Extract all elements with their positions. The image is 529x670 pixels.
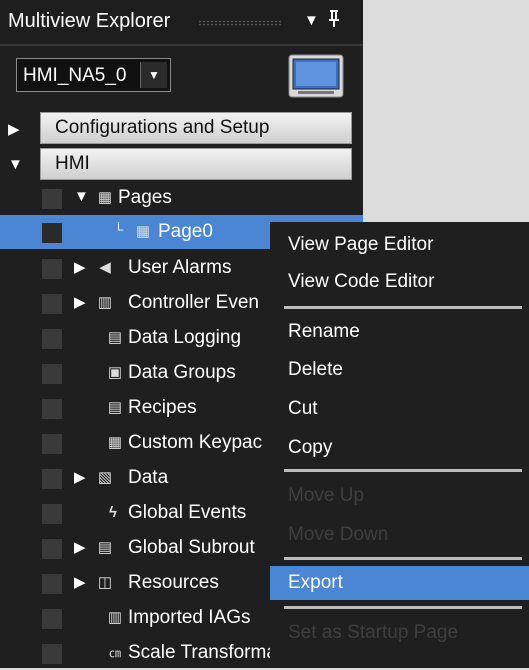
- menu-item-label: Copy: [288, 437, 333, 458]
- drag-grip[interactable]: [198, 20, 282, 26]
- tree-item-pages[interactable]: ▼ ▦ Pages: [0, 181, 363, 215]
- panel-title: Multiview Explorer: [8, 10, 171, 32]
- resources-icon: ◫: [97, 574, 113, 591]
- menu-separator: [284, 606, 522, 609]
- menu-set-as-startup-page: Set as Startup Page: [270, 616, 529, 650]
- menu-item-label: Export: [288, 572, 343, 593]
- tree-item-label: Imported IAGs: [128, 607, 251, 628]
- tree-item-label: Global Events: [128, 502, 247, 523]
- row-checkbox[interactable]: [42, 294, 62, 314]
- menu-move-up: Move Up: [270, 479, 529, 513]
- collapse-triangle-icon[interactable]: ▼: [8, 156, 23, 173]
- tree-item-label: Data Logging: [128, 327, 242, 348]
- tree-item-label: Custom Keypac: [128, 432, 263, 453]
- expand-triangle-icon[interactable]: ▶: [74, 468, 86, 486]
- monitor-icon[interactable]: [288, 54, 344, 98]
- menu-item-label: View Code Editor: [288, 271, 435, 292]
- context-menu: View Page Editor View Code Editor Rename…: [270, 222, 529, 668]
- section-hmi[interactable]: HMI: [40, 148, 352, 180]
- menu-separator: [284, 557, 522, 560]
- menu-item-label: View Page Editor: [288, 234, 434, 255]
- tree-item-label: Data Groups: [128, 362, 236, 383]
- collapse-triangle-icon[interactable]: ▼: [74, 188, 89, 205]
- row-checkbox[interactable]: [42, 609, 62, 629]
- menu-item-label: Move Up: [288, 485, 365, 506]
- menu-item-label: Delete: [288, 359, 343, 380]
- menu-item-label: Move Down: [288, 524, 389, 545]
- tree-item-label: User Alarms: [128, 257, 232, 278]
- row-checkbox[interactable]: [42, 469, 62, 489]
- menu-item-label: Cut: [288, 398, 318, 419]
- menu-separator: [284, 469, 522, 472]
- section-configurations[interactable]: Configurations and Setup: [40, 112, 352, 144]
- menu-export[interactable]: Export: [270, 566, 529, 600]
- dropdown-arrow-icon[interactable]: ▼: [304, 12, 319, 29]
- row-checkbox[interactable]: [42, 223, 62, 243]
- subroutine-icon: ▤: [97, 539, 113, 556]
- menu-rename[interactable]: Rename: [270, 315, 529, 349]
- row-checkbox[interactable]: [42, 434, 62, 454]
- row-checkbox[interactable]: [42, 539, 62, 559]
- section-hmi-label: HMI: [55, 153, 90, 174]
- device-select[interactable]: HMI_NA5_0 ▼: [16, 58, 171, 92]
- row-checkbox[interactable]: [42, 364, 62, 384]
- menu-view-code-editor[interactable]: View Code Editor: [270, 265, 529, 299]
- menu-item-label: Rename: [288, 321, 360, 342]
- row-checkbox[interactable]: [42, 399, 62, 419]
- row-checkbox[interactable]: [42, 574, 62, 594]
- tree-item-label: Resources: [128, 572, 219, 593]
- pin-icon[interactable]: [328, 9, 340, 32]
- menu-cut[interactable]: Cut: [270, 392, 529, 426]
- tree-item-label: Global Subrout: [128, 537, 255, 558]
- row-checkbox[interactable]: [42, 504, 62, 524]
- row-checkbox[interactable]: [42, 644, 62, 664]
- panel-title-bar: Multiview Explorer ▼: [0, 0, 363, 44]
- lightning-icon: ϟ: [109, 504, 117, 521]
- iag-icon: ▥: [107, 609, 123, 626]
- menu-copy[interactable]: Copy: [270, 431, 529, 465]
- pages-icon: ▦: [97, 189, 113, 206]
- tree-item-label: Data: [128, 467, 169, 488]
- tree-item-label: Page0: [158, 221, 213, 242]
- tree-item-label: Pages: [118, 187, 172, 208]
- menu-move-down: Move Down: [270, 518, 529, 552]
- speaker-icon: ◀: [99, 259, 111, 276]
- menu-view-page-editor[interactable]: View Page Editor: [270, 228, 529, 262]
- expand-triangle-icon[interactable]: ▶: [74, 573, 86, 591]
- expand-triangle-icon[interactable]: ▶: [74, 293, 86, 311]
- data-logging-icon: ▤: [107, 329, 123, 346]
- section-configurations-label: Configurations and Setup: [55, 117, 270, 138]
- tree-item-label: Recipes: [128, 397, 197, 418]
- expand-triangle-icon[interactable]: ▶: [8, 120, 20, 138]
- expand-triangle-icon[interactable]: ▶: [74, 538, 86, 556]
- keypad-icon: ▦: [107, 434, 123, 451]
- row-checkbox[interactable]: [42, 189, 62, 209]
- calendar-icon: ▥: [97, 294, 113, 311]
- expand-triangle-icon[interactable]: ▶: [74, 258, 86, 276]
- scale-icon: ㎝: [108, 646, 121, 660]
- row-checkbox[interactable]: [42, 259, 62, 279]
- device-select-value: HMI_NA5_0: [23, 65, 127, 86]
- tree-item-label: Controller Even: [128, 292, 259, 313]
- title-separator: [0, 44, 363, 46]
- menu-item-label: Set as Startup Page: [288, 622, 459, 643]
- recipes-icon: ▤: [107, 399, 123, 416]
- data-groups-icon: ▣: [107, 364, 123, 381]
- data-icon: ▧: [97, 469, 113, 486]
- tree-connector-icon: └: [114, 222, 124, 237]
- page-icon: ▦: [135, 223, 151, 240]
- chevron-down-icon[interactable]: ▼: [140, 62, 167, 88]
- menu-separator: [284, 306, 522, 309]
- row-checkbox[interactable]: [42, 329, 62, 349]
- menu-delete[interactable]: Delete: [270, 353, 529, 387]
